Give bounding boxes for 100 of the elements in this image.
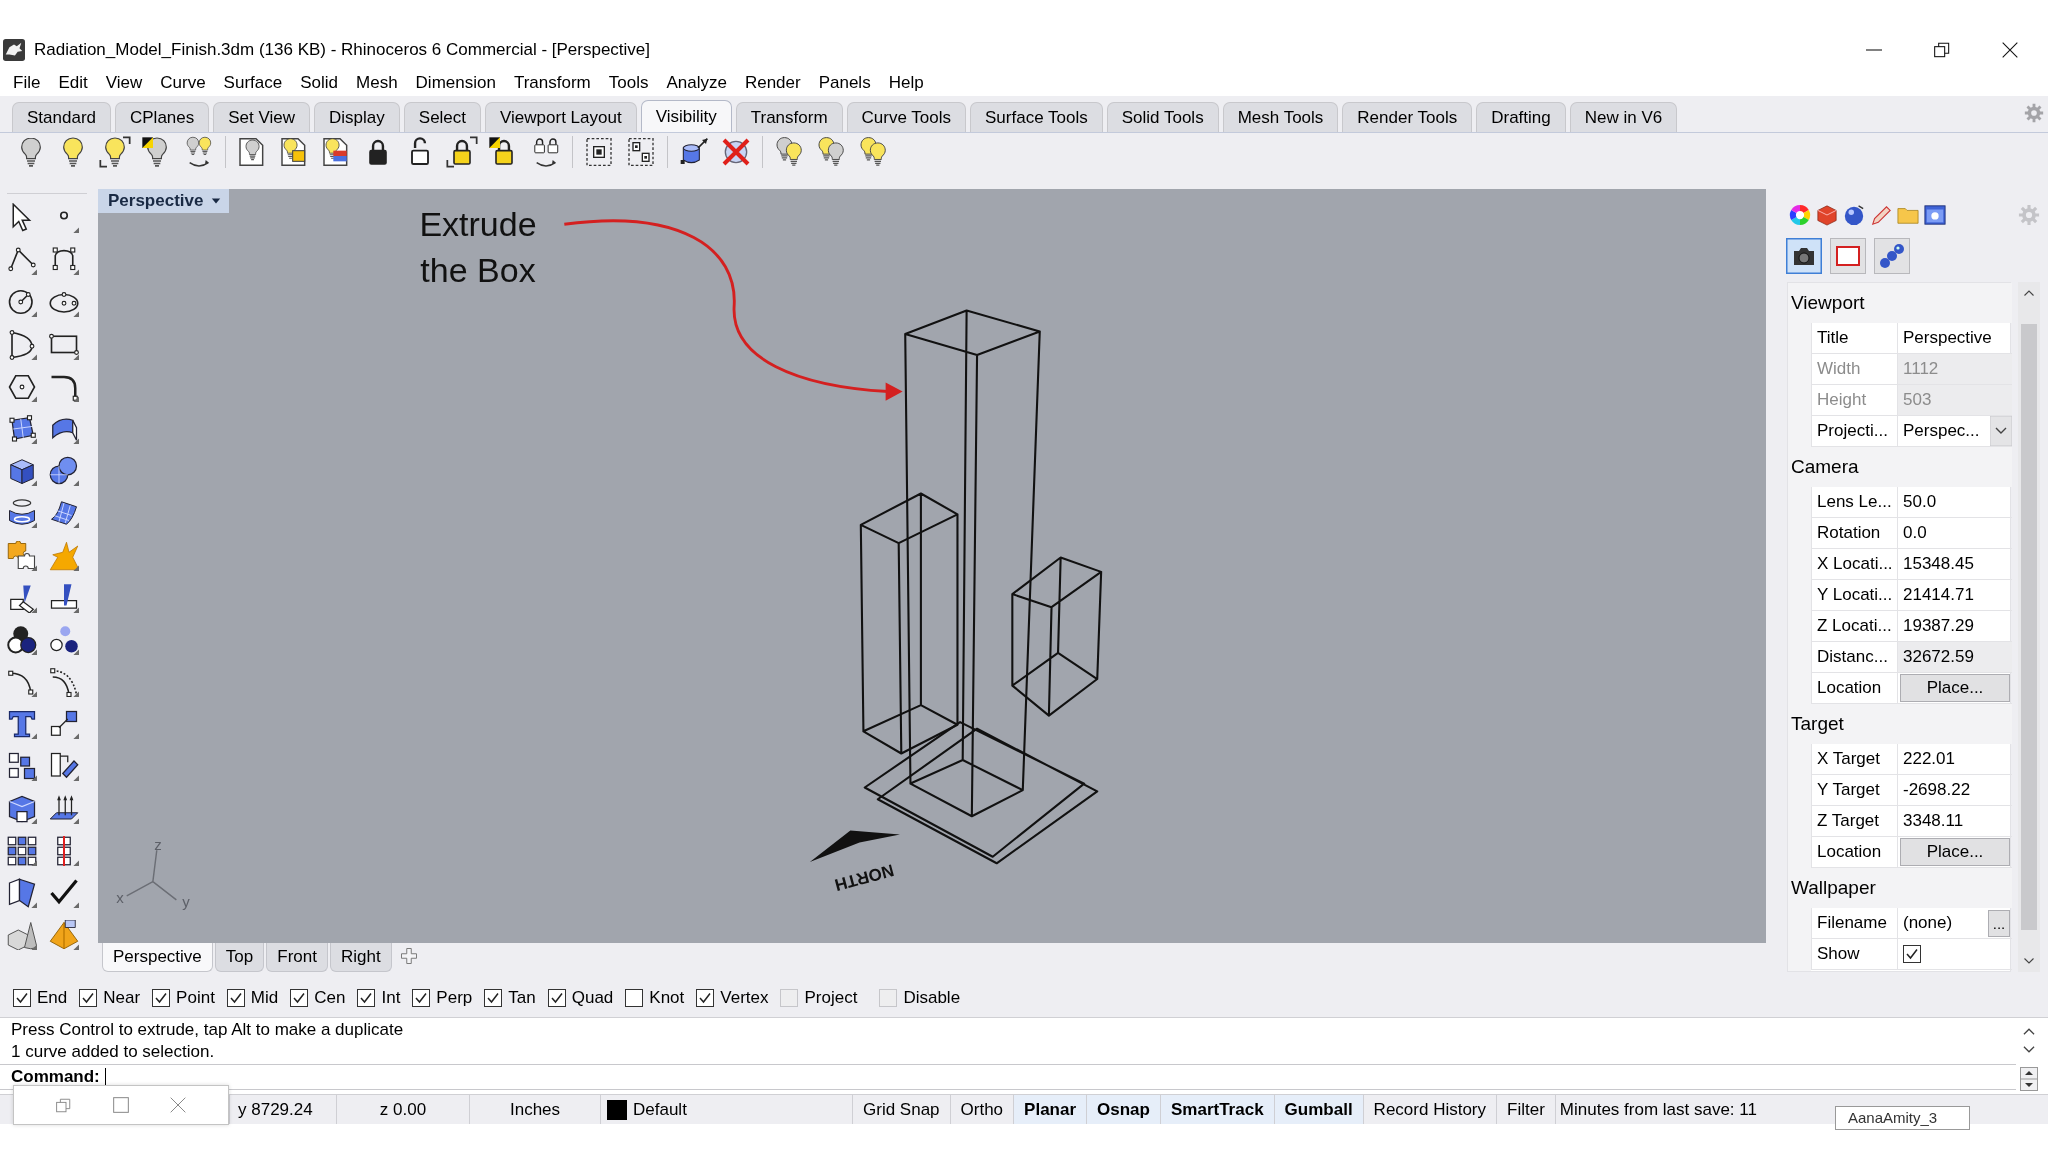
toolbar-tab[interactable]: Select — [403, 102, 482, 132]
camera-icon[interactable] — [1786, 238, 1822, 274]
window-tab[interactable]: AanaAmity_3 — [1835, 1106, 1970, 1130]
menu-item[interactable]: File — [4, 73, 50, 93]
chevron-down-icon[interactable] — [2022, 1045, 2036, 1054]
menu-item[interactable]: Curve — [151, 73, 215, 93]
menu-item[interactable]: Dimension — [406, 73, 505, 93]
checkbox-label[interactable]: Int — [381, 987, 401, 1008]
checkbox-label[interactable]: Quad — [571, 987, 614, 1008]
sphere-icon[interactable] — [1843, 204, 1865, 226]
menu-item[interactable]: Mesh — [347, 73, 407, 93]
linked-squares-icon[interactable] — [49, 709, 79, 740]
menu-item[interactable]: Surface — [214, 73, 292, 93]
arc-icon[interactable] — [7, 329, 37, 360]
dotted-frame-icon[interactable] — [583, 136, 615, 168]
status-toggle[interactable]: SmartTrack — [1160, 1095, 1275, 1124]
polyline-icon[interactable] — [7, 245, 37, 276]
toolbar-tab[interactable]: Curve Tools — [846, 102, 967, 132]
pencil-icon[interactable] — [1870, 204, 1892, 226]
restore-icon[interactable] — [1934, 42, 1950, 58]
checkbox[interactable] — [79, 988, 98, 1007]
folded-panels-icon[interactable] — [7, 878, 37, 908]
checkbox-label[interactable]: Knot — [649, 987, 685, 1008]
status-toggle[interactable]: Planar — [1014, 1095, 1088, 1124]
burst-icon[interactable] — [49, 540, 79, 571]
menu-item[interactable]: View — [96, 73, 152, 93]
property-field[interactable]: (none) ... — [1897, 908, 2012, 939]
toolbar-tab[interactable]: New in V6 — [1569, 102, 1678, 132]
menu-item[interactable]: Tools — [599, 73, 658, 93]
checkbox[interactable] — [226, 988, 245, 1007]
checkbox-label[interactable]: Near — [103, 987, 141, 1008]
frame-icon[interactable] — [1830, 238, 1866, 274]
scrollbar[interactable] — [2018, 282, 2040, 972]
window-icon[interactable] — [1924, 204, 1946, 226]
chevron-up-icon[interactable] — [2022, 1027, 2036, 1036]
checkbox-label[interactable]: Perp — [436, 987, 473, 1008]
surface-points-icon[interactable] — [7, 413, 37, 444]
checkbox-label[interactable]: Vertex — [720, 987, 769, 1008]
squares-icon[interactable] — [7, 751, 37, 782]
checkbox[interactable] — [484, 988, 503, 1007]
status-toggle[interactable]: Filter — [1497, 1095, 1556, 1124]
toolbar-tab[interactable]: Drafting — [1476, 102, 1566, 132]
layer-swatch-icon[interactable] — [607, 1099, 627, 1120]
checkbox-label[interactable]: Mid — [250, 987, 279, 1008]
bulb-brackets-icon[interactable] — [99, 136, 131, 168]
units-readout[interactable]: Inches — [509, 1099, 561, 1120]
menu-item[interactable]: Solid — [291, 73, 347, 93]
status-toggle[interactable]: Osnap — [1087, 1095, 1161, 1124]
rotated-rectangle-icon[interactable] — [49, 751, 79, 782]
toolbar-tab[interactable]: Mesh Tools — [1222, 102, 1339, 132]
chevron-down-icon[interactable] — [2023, 957, 2035, 965]
property-field[interactable]: 0.0 — [1897, 518, 2012, 549]
toolbar-tab[interactable]: Display — [314, 102, 400, 132]
toolbar-tab[interactable]: Render Tools — [1342, 102, 1473, 132]
scrollbar-thumb[interactable] — [2021, 324, 2037, 930]
viewport-tab[interactable]: Front — [266, 943, 328, 972]
box-hole-icon[interactable] — [7, 793, 37, 824]
browse-button[interactable]: ... — [1988, 909, 2010, 937]
property-field[interactable]: -2698.22 — [1897, 775, 2012, 806]
check-icon[interactable] — [49, 878, 79, 908]
menu-item[interactable]: Edit — [49, 73, 97, 93]
command-field[interactable]: Command: — [0, 1064, 2016, 1090]
menu-item[interactable]: Analyze — [657, 73, 736, 93]
viewport-tab[interactable]: Top — [214, 943, 265, 972]
toolbar-tab[interactable]: Viewport Layout — [485, 102, 637, 132]
status-toggle[interactable]: Record History — [1363, 1095, 1498, 1124]
property-field[interactable]: 15348.45 — [1897, 549, 2012, 580]
layer-name[interactable]: Default — [633, 1099, 687, 1120]
dots-icon[interactable] — [49, 624, 79, 655]
checkbox[interactable] — [1903, 945, 1921, 963]
spheres-icon[interactable] — [49, 456, 79, 487]
sphere-cross-icon[interactable] — [720, 136, 752, 168]
toolbar-tab[interactable]: Standard — [12, 102, 111, 132]
property-field[interactable]: 50.0 — [1897, 487, 2012, 518]
circles-icon[interactable] — [7, 624, 37, 655]
checkbox[interactable] — [412, 988, 431, 1007]
status-toggle[interactable]: Grid Snap — [853, 1095, 951, 1124]
dotted-arc-icon[interactable] — [49, 667, 79, 698]
wedge-bar-icon[interactable] — [49, 582, 79, 613]
property-field[interactable]: 222.01 — [1897, 744, 2012, 775]
property-field[interactable]: 21414.71 — [1897, 580, 2012, 611]
checkbox-label[interactable]: Point — [176, 987, 215, 1008]
checkbox-label[interactable]: Tan — [508, 987, 536, 1008]
toolbar-tab[interactable]: Visibility — [640, 100, 732, 132]
bulbs-icon[interactable] — [815, 136, 847, 168]
circle-icon[interactable] — [7, 287, 37, 318]
checkbox-label[interactable]: Cen — [314, 987, 346, 1008]
toolbar-tab[interactable]: Set View — [213, 102, 311, 132]
toolbar-tab[interactable]: Solid Tools — [1106, 102, 1219, 132]
menu-item[interactable]: Transform — [504, 73, 600, 93]
checkbox[interactable] — [13, 988, 31, 1007]
menu-item[interactable]: Render — [735, 73, 810, 93]
menu-item[interactable]: Panels — [809, 73, 880, 93]
menu-item[interactable]: Help — [879, 73, 933, 93]
checkbox[interactable] — [357, 988, 376, 1007]
toolbar-tab[interactable]: Surface Tools — [970, 102, 1103, 132]
viewport-tab[interactable]: Right — [329, 943, 392, 972]
grid-icon[interactable] — [7, 835, 37, 866]
puzzle-icon[interactable] — [7, 540, 37, 571]
viewport-tab[interactable]: Perspective — [102, 943, 213, 972]
